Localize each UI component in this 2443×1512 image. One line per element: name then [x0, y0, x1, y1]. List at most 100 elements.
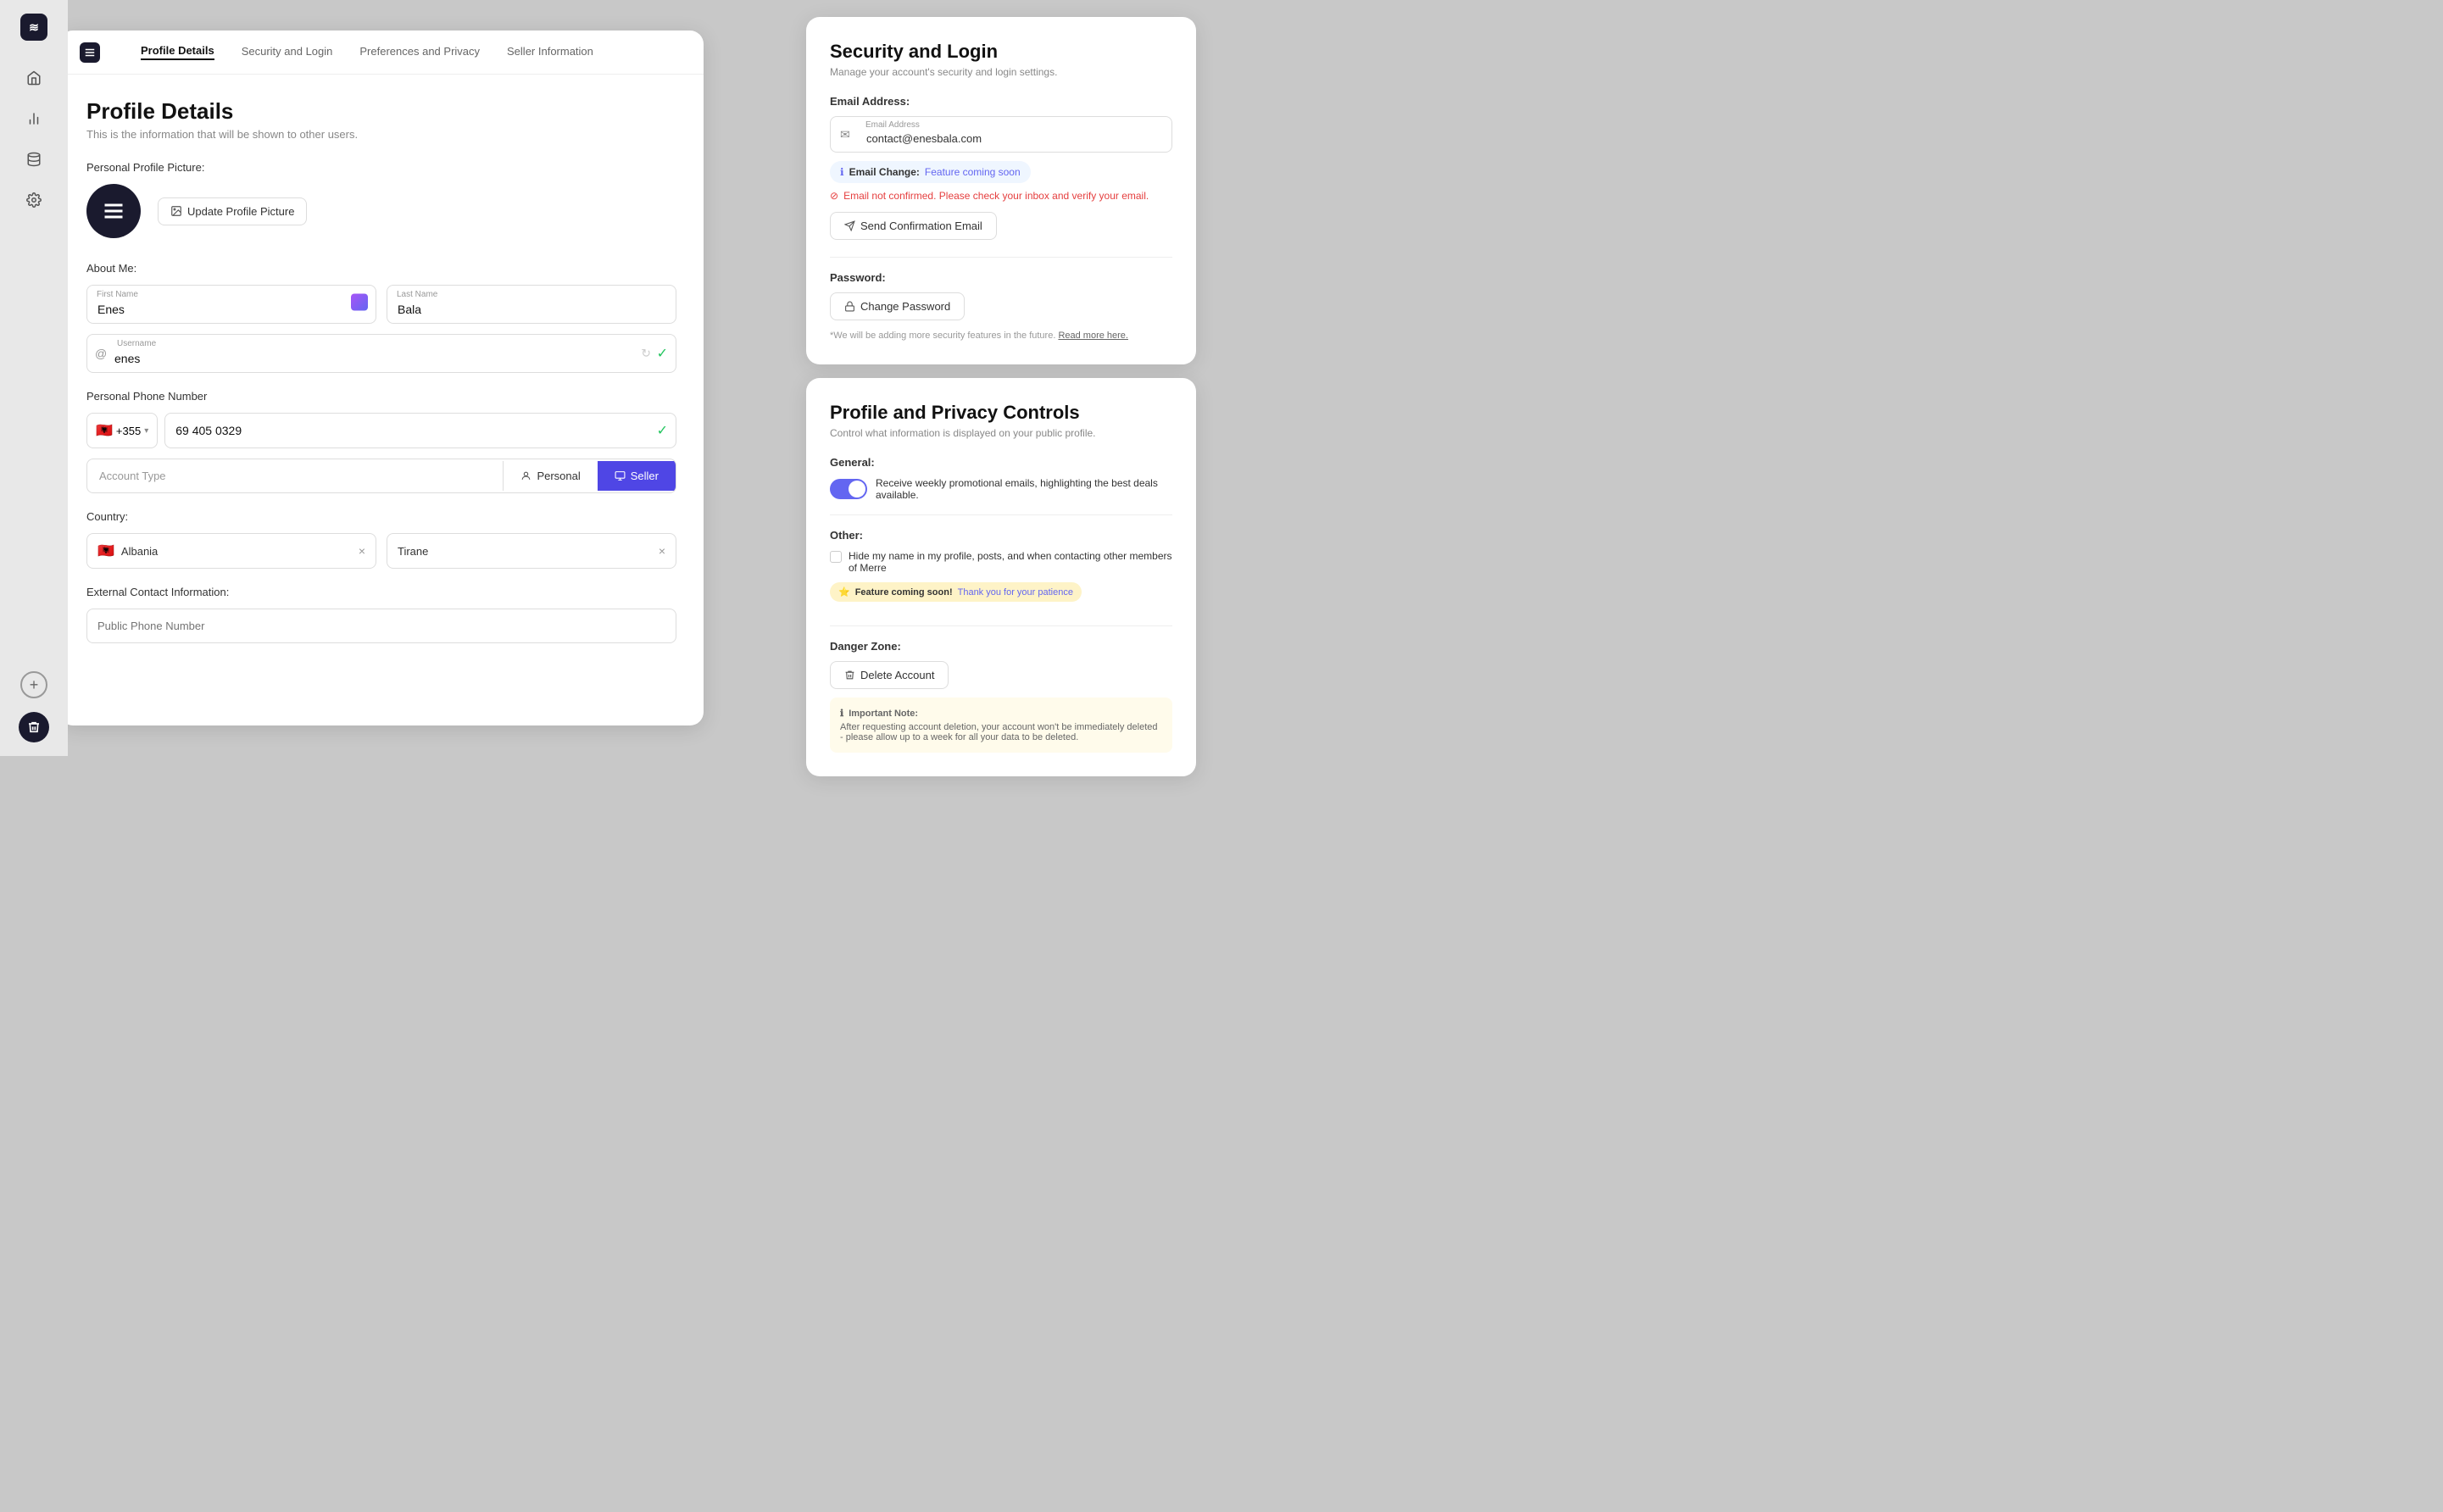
privacy-panel: Profile and Privacy Controls Control wha… [806, 378, 1196, 776]
divider2 [830, 514, 1172, 515]
read-more-link[interactable]: Read more here. [1058, 331, 1128, 341]
sidebar-item-database[interactable] [17, 142, 51, 176]
privacy-panel-desc: Control what information is displayed on… [830, 427, 1172, 439]
info-icon: ℹ [840, 708, 843, 719]
info-circle-icon: ℹ [840, 166, 844, 178]
note-title: ℹ Important Note: [840, 708, 1162, 719]
first-name-label: First Name [97, 290, 138, 299]
city-value: Tirane [398, 545, 428, 558]
phone-label: Personal Phone Number [86, 390, 676, 403]
hide-name-label: Hide my name in my profile, posts, and w… [849, 550, 1172, 574]
phone-code-selector[interactable]: 🇦🇱 +355 ▾ [86, 413, 158, 448]
chevron-down-icon: ▾ [144, 426, 148, 436]
hide-name-checkbox[interactable] [830, 551, 842, 563]
email-field-label: Email Address [865, 120, 920, 130]
phone-row: 🇦🇱 +355 ▾ ✓ [86, 413, 676, 448]
delete-account-label: Delete Account [860, 669, 934, 681]
country-label: Country: [86, 510, 676, 523]
picture-label: Personal Profile Picture: [86, 161, 676, 174]
badge-val: Feature coming soon [925, 166, 1021, 178]
danger-label: Danger Zone: [830, 640, 1172, 653]
sidebar-item-home[interactable] [17, 61, 51, 95]
security-panel-desc: Manage your account's security and login… [830, 66, 1172, 78]
hide-name-checkbox-row: Hide my name in my profile, posts, and w… [830, 550, 1172, 574]
confirm-btn-label: Send Confirmation Email [860, 220, 982, 232]
update-profile-picture-button[interactable]: Update Profile Picture [158, 197, 307, 225]
tab-seller-info[interactable]: Seller Information [507, 45, 593, 59]
right-panels: Security and Login Manage your account's… [806, 17, 1196, 776]
last-name-group: Last Name [387, 285, 676, 324]
seller-label: Seller [631, 470, 659, 482]
account-type-row: Account Type Personal Seller [86, 459, 676, 493]
phone-check-icon: ✓ [657, 422, 668, 439]
username-row: Username @ ✓ ↻ [86, 334, 676, 373]
seller-account-button[interactable]: Seller [598, 461, 676, 491]
delete-account-button[interactable]: Delete Account [830, 661, 949, 689]
name-row: First Name Last Name [86, 285, 676, 324]
page-title: Profile Details [86, 98, 676, 125]
main-panel: Profile Details Security and Login Prefe… [59, 31, 704, 725]
coming-soon-key: Feature coming soon! [855, 587, 953, 598]
tab-preferences-privacy[interactable]: Preferences and Privacy [359, 45, 480, 59]
sidebar-item-settings[interactable] [17, 183, 51, 217]
toggle-label: Receive weekly promotional emails, highl… [876, 477, 1172, 501]
account-type-label: Account Type [87, 459, 503, 492]
personal-account-button[interactable]: Personal [503, 461, 597, 491]
tab-security-login[interactable]: Security and Login [242, 45, 333, 59]
badge-key: Email Change: [849, 166, 920, 178]
phone-input[interactable] [164, 413, 676, 448]
sidebar-add-button[interactable]: + [20, 671, 47, 698]
refresh-icon: ↻ [641, 347, 651, 361]
username-label: Username [117, 339, 156, 348]
about-section: About Me: First Name Last Name Username [86, 262, 676, 373]
divider3 [830, 625, 1172, 626]
clear-city-button[interactable]: × [659, 544, 665, 558]
flag-icon: 🇦🇱 [96, 422, 113, 439]
first-name-group: First Name [86, 285, 376, 324]
country-value: Albania [121, 545, 158, 558]
public-phone-input[interactable] [86, 609, 676, 643]
sidebar: ≋ + [0, 0, 68, 756]
profile-content: Profile Details This is the information … [59, 75, 704, 725]
email-field-wrap: ✉ Email Address [830, 116, 1172, 153]
security-panel: Security and Login Manage your account's… [806, 17, 1196, 364]
email-section-label: Email Address: [830, 95, 1172, 108]
security-panel-title: Security and Login [830, 41, 1172, 63]
plus-icon: + [30, 676, 39, 694]
clear-country-button[interactable]: × [359, 544, 365, 558]
city-input[interactable]: Tirane × [387, 533, 676, 569]
tab-profile-details[interactable]: Profile Details [141, 44, 214, 60]
sidebar-item-chart[interactable] [17, 102, 51, 136]
password-label: Password: [830, 271, 1172, 284]
external-contact-section: External Contact Information: [86, 586, 676, 643]
email-error-text: ⊘ Email not confirmed. Please check your… [830, 190, 1172, 202]
divider [830, 257, 1172, 258]
page-description: This is the information that will be sho… [86, 128, 676, 141]
note-text: After requesting account deletion, your … [840, 722, 1158, 742]
change-password-button[interactable]: Change Password [830, 292, 965, 320]
tab-logo-wrap [80, 42, 107, 63]
star-icon: ⭐ [838, 586, 850, 598]
tab-brand-logo [80, 42, 100, 63]
email-change-badge: ℹ Email Change: Feature coming soon [830, 161, 1031, 183]
country-row: 🇦🇱 Albania × Tirane × [86, 533, 676, 569]
privacy-panel-title: Profile and Privacy Controls [830, 402, 1172, 424]
error-circle-icon: ⊘ [830, 190, 838, 202]
coming-soon-val: Thank you for your patience [958, 587, 1073, 598]
general-label: General: [830, 456, 1172, 469]
other-label: Other: [830, 529, 1172, 542]
phone-input-group: ✓ [164, 413, 676, 448]
external-contact-label: External Contact Information: [86, 586, 676, 598]
promo-emails-toggle[interactable] [830, 479, 867, 499]
profile-picture-section: Update Profile Picture [86, 184, 676, 238]
promo-emails-toggle-row: Receive weekly promotional emails, highl… [830, 477, 1172, 501]
check-icon: ✓ [657, 345, 668, 362]
send-confirmation-button[interactable]: Send Confirmation Email [830, 212, 997, 240]
username-input[interactable] [86, 334, 676, 373]
error-message: Email not confirmed. Please check your i… [843, 190, 1149, 202]
avatar [86, 184, 141, 238]
country-section: Country: 🇦🇱 Albania × Tirane × [86, 510, 676, 569]
tab-bar: Profile Details Security and Login Prefe… [59, 31, 704, 75]
mail-icon: ✉ [840, 127, 850, 142]
country-input[interactable]: 🇦🇱 Albania × [86, 533, 376, 569]
